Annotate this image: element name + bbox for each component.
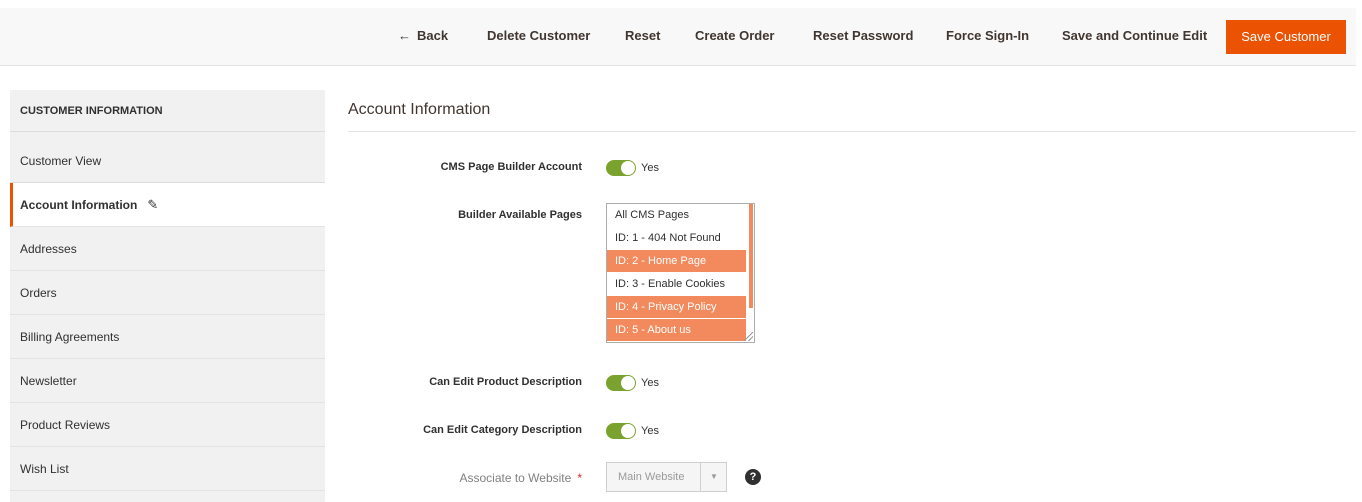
back-label: Back: [417, 28, 449, 43]
back-button[interactable]: ← Back: [398, 28, 448, 43]
sidebar-item-addresses[interactable]: Addresses: [10, 227, 325, 271]
sidebar-item-label: Customer View: [20, 154, 102, 168]
sidebar-item-label: Addresses: [20, 242, 77, 256]
reset-button[interactable]: Reset: [625, 28, 660, 43]
create-order-button[interactable]: Create Order: [695, 28, 774, 43]
save-and-continue-button[interactable]: Save and Continue Edit: [1062, 28, 1207, 43]
option-home-page[interactable]: ID: 2 - Home Page: [607, 250, 746, 273]
cms-builder-toggle[interactable]: [606, 160, 636, 176]
option-about-us[interactable]: ID: 5 - About us: [607, 319, 746, 342]
reset-password-button[interactable]: Reset Password: [813, 28, 913, 43]
pencil-icon: ✎: [147, 197, 159, 212]
sidebar-item-customer-view[interactable]: Customer View: [10, 132, 325, 183]
sidebar-item-label: Account Information: [20, 198, 138, 212]
resize-icon[interactable]: [744, 332, 753, 341]
save-customer-button[interactable]: Save Customer: [1226, 20, 1346, 54]
edit-product-toggle[interactable]: [606, 375, 636, 391]
website-select-value: Main Website: [618, 471, 685, 483]
available-pages-label: Builder Available Pages: [458, 209, 582, 221]
edit-category-label: Can Edit Category Description: [423, 424, 582, 436]
toggle-knob: [621, 161, 635, 175]
sidebar-item-newsletter[interactable]: Newsletter: [10, 359, 325, 403]
section-divider: [348, 131, 1356, 132]
delete-customer-button[interactable]: Delete Customer: [487, 28, 590, 43]
sidebar-item-orders[interactable]: Orders: [10, 271, 325, 315]
website-label-text: Associate to Website: [459, 471, 572, 485]
sidebar-item-billing-agreements[interactable]: Billing Agreements: [10, 315, 325, 359]
edit-product-label: Can Edit Product Description: [429, 376, 582, 388]
required-mark: *: [577, 471, 582, 485]
page-actions-toolbar: ← Back Delete Customer Reset Create Order…: [0, 8, 1356, 66]
chevron-down-icon: ▼: [710, 472, 718, 481]
sidebar-item-wish-list[interactable]: Wish List: [10, 447, 325, 491]
toggle-knob: [621, 376, 635, 390]
website-select[interactable]: Main Website ▼: [606, 462, 727, 492]
available-pages-multiselect[interactable]: All CMS Pages ID: 1 - 404 Not Found ID: …: [606, 203, 755, 343]
sidebar-item-label: Orders: [20, 286, 57, 300]
customer-information-sidebar: CUSTOMER INFORMATION Customer View Accou…: [10, 90, 325, 502]
select-divider: [700, 463, 701, 491]
sidebar-item-label: Newsletter: [20, 374, 77, 388]
force-sign-in-button[interactable]: Force Sign-In: [946, 28, 1029, 43]
sidebar-item-product-reviews[interactable]: Product Reviews: [10, 403, 325, 447]
option-privacy-policy[interactable]: ID: 4 - Privacy Policy: [607, 296, 746, 319]
option-enable-cookies[interactable]: ID: 3 - Enable Cookies: [607, 273, 746, 296]
sidebar-item-account-information[interactable]: Account Information ✎: [10, 183, 325, 227]
edit-product-value: Yes: [641, 377, 659, 389]
cms-builder-value: Yes: [641, 162, 659, 174]
sidebar-item-label: Product Reviews: [20, 418, 111, 432]
sidebar-title: CUSTOMER INFORMATION: [10, 90, 325, 132]
toggle-knob: [621, 424, 635, 438]
help-icon[interactable]: ?: [745, 469, 761, 485]
multiselect-scrollbar[interactable]: [749, 204, 753, 308]
edit-category-toggle[interactable]: [606, 423, 636, 439]
sidebar-item-label: Wish List: [20, 462, 69, 476]
option-all-cms-pages[interactable]: All CMS Pages: [607, 204, 746, 227]
website-label: Associate to Website *: [459, 471, 582, 485]
edit-category-value: Yes: [641, 425, 659, 437]
left-arrow-icon: ←: [398, 28, 411, 43]
section-title: Account Information: [348, 101, 491, 118]
sidebar-item-label: Billing Agreements: [20, 330, 120, 344]
cms-builder-label: CMS Page Builder Account: [440, 161, 582, 173]
option-404-not-found[interactable]: ID: 1 - 404 Not Found: [607, 227, 746, 250]
